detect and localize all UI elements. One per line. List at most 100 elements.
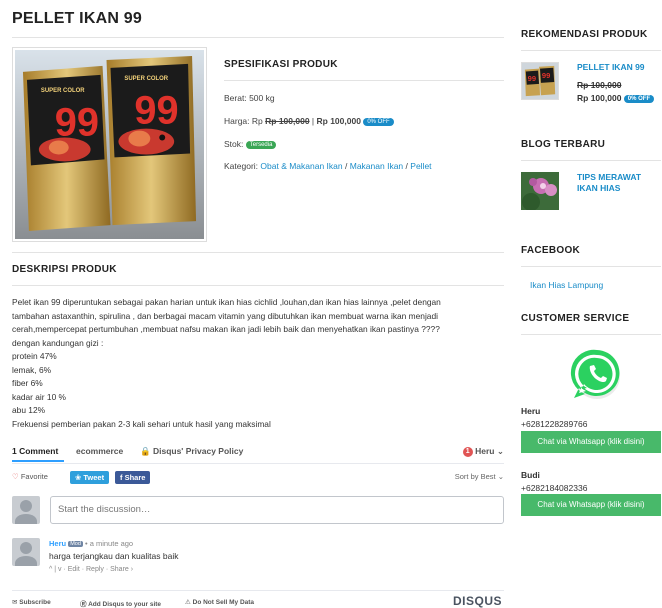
mod-badge: Mod (68, 541, 83, 548)
disqus-logo[interactable]: DISQUS (453, 594, 502, 608)
twitter-icon: ❀ (75, 473, 82, 482)
recommended-product-link[interactable]: PELLET IKAN 99 (577, 62, 645, 73)
description-line: protein 47% (12, 351, 57, 361)
blog-post-link[interactable]: TIPS MERAWAT IKAN HIAS (577, 172, 661, 194)
description-line: kadar air 10 % (12, 391, 66, 402)
price-separator: | (311, 116, 315, 126)
category-link-obat[interactable]: Obat & Makanan Ikan (260, 161, 342, 171)
price-new: Rp 100,000 (316, 116, 361, 126)
svg-text:SUPER COLOR: SUPER COLOR (41, 88, 85, 94)
notification-badge: 1 (462, 446, 473, 457)
recommended-price-new: Rp 100,000 0% OFF (577, 93, 655, 103)
blog-heading: BLOG TERBARU (521, 139, 606, 150)
stock-label: Stok: (224, 139, 244, 149)
avatar (12, 496, 40, 524)
tab-community[interactable]: ecommerce (76, 446, 123, 456)
product-image[interactable]: SUPER COLOR 99 SUPER COLOR 99 (12, 47, 207, 242)
whatsapp-icon (567, 344, 627, 404)
customer-service-heading: CUSTOMER SERVICE (521, 313, 630, 324)
description-line: lemak, 6% (12, 364, 52, 375)
share-label: Share (124, 473, 146, 482)
disqus-user-menu[interactable]: 1 Heru ⌄ (462, 446, 504, 457)
spec-category: Kategori: Obat & Makanan Ikan / Makanan … (224, 161, 432, 171)
recommended-price-old: Rp 100,000 (577, 80, 622, 90)
discount-badge: 0% OFF (623, 94, 655, 103)
svg-text:99: 99 (542, 71, 550, 80)
description-line: cerah,mempercepat pertumbuhan ,membuat n… (12, 324, 440, 334)
divider (521, 160, 661, 161)
divider (521, 266, 661, 267)
fish-food-pouch-image: 99 99 (522, 63, 558, 99)
blog-thumbnail[interactable] (521, 172, 559, 210)
comment-actions[interactable]: ^ | v · Edit · Reply · Share › (49, 566, 133, 573)
chevron-down-icon: ⌄ (497, 472, 504, 481)
cs1-whatsapp-button[interactable]: Chat via Whatsapp (klik disini) (521, 431, 661, 453)
mail-icon: ✉ (12, 599, 18, 606)
divider (12, 285, 504, 286)
category-separator: / (345, 161, 348, 171)
user-silhouette-icon (20, 542, 32, 554)
stock-badge: Tersedia (245, 140, 277, 149)
divider (12, 590, 504, 591)
warning-icon: ⚠ (185, 599, 191, 606)
facebook-share-button[interactable]: f Share (115, 471, 151, 484)
weight-label: Berat: (224, 93, 247, 103)
page-title: PELLET IKAN 99 (12, 10, 142, 27)
subscribe-link[interactable]: ✉ Subscribe (12, 598, 51, 606)
category-link-pellet[interactable]: Pellet (410, 161, 431, 171)
chevron-down-icon: ⌄ (496, 446, 504, 456)
tab-privacy-policy[interactable]: 🔒 Disqus' Privacy Policy (140, 446, 243, 457)
recommended-product-thumbnail[interactable]: 99 99 (521, 62, 559, 100)
facebook-page-link[interactable]: Ikan Hias Lampung (530, 280, 603, 290)
description-heading: DESKRIPSI PRODUK (12, 264, 117, 275)
favorite-button[interactable]: ♡ Favorite (12, 472, 48, 481)
divider (521, 334, 661, 335)
comment-time[interactable]: a minute ago (90, 539, 133, 548)
heart-icon: ♡ (12, 472, 19, 481)
do-not-sell-label: Do Not Sell My Data (192, 599, 255, 606)
facebook-heading: FACEBOOK (521, 245, 581, 256)
divider (521, 50, 661, 51)
category-link-makanan[interactable]: Makanan Ikan (350, 161, 403, 171)
cs2-name: Budi (521, 470, 540, 480)
description-line: abu 12% (12, 405, 46, 415)
fish-food-pouch-image: SUPER COLOR 99 SUPER COLOR 99 (15, 50, 204, 239)
comment-input[interactable]: Start the discussion… (50, 496, 504, 524)
divider (12, 252, 504, 253)
lock-icon: 🔒 (140, 446, 151, 456)
weight-value: 500 kg (249, 93, 275, 103)
sort-dropdown[interactable]: Sort by Best ⌄ (455, 472, 504, 481)
comment-text: harga terjangkau dan kualitas baik (49, 551, 179, 561)
svg-text:99: 99 (134, 89, 178, 133)
add-disqus-link[interactable]: Ⓡ Add Disqus to your site (80, 598, 161, 608)
description-line: fiber 6% (12, 378, 43, 388)
cs1-name: Heru (521, 406, 541, 416)
divider (224, 80, 504, 81)
recommended-price-value: Rp 100,000 (577, 93, 622, 103)
user-silhouette-icon (20, 500, 32, 512)
description-line: tambahan astaxanthin, spirulina , dan be… (12, 310, 438, 321)
favorite-label: Favorite (20, 472, 48, 481)
cs2-phone: +6282184082336 (521, 483, 588, 493)
subscribe-label: Subscribe (19, 599, 51, 606)
tab-comments[interactable]: 1 Comment (12, 446, 58, 456)
user-name: Heru (475, 446, 495, 456)
description-line: Frekuensi pemberian pakan 2-3 kali sehar… (12, 418, 271, 429)
privacy-label: Disqus' Privacy Policy (152, 446, 244, 456)
comment-author[interactable]: Heru (49, 539, 66, 548)
divider (12, 463, 504, 464)
spec-heading: SPESIFIKASI PRODUK (224, 59, 338, 70)
category-separator: / (405, 161, 408, 171)
add-disqus-label: Add Disqus to your site (88, 601, 162, 608)
cs2-whatsapp-button[interactable]: Chat via Whatsapp (klik disini) (521, 494, 661, 516)
tweet-button[interactable]: ❀ Tweet (70, 471, 110, 484)
discount-badge: 0% OFF (363, 117, 394, 126)
svg-text:SUPER COLOR: SUPER COLOR (124, 76, 168, 82)
spec-price: Harga: Rp Rp 100,000 | Rp 100,000 0% OFF (224, 116, 394, 126)
comment-header: Heru Mod • a minute ago (49, 539, 134, 548)
tweet-label: Tweet (83, 473, 105, 482)
spec-weight: Berat: 500 kg (224, 93, 275, 103)
comment-avatar[interactable] (12, 538, 40, 566)
do-not-sell-link[interactable]: ⚠ Do Not Sell My Data (185, 598, 254, 606)
recommendation-heading: REKOMENDASI PRODUK (521, 29, 648, 40)
